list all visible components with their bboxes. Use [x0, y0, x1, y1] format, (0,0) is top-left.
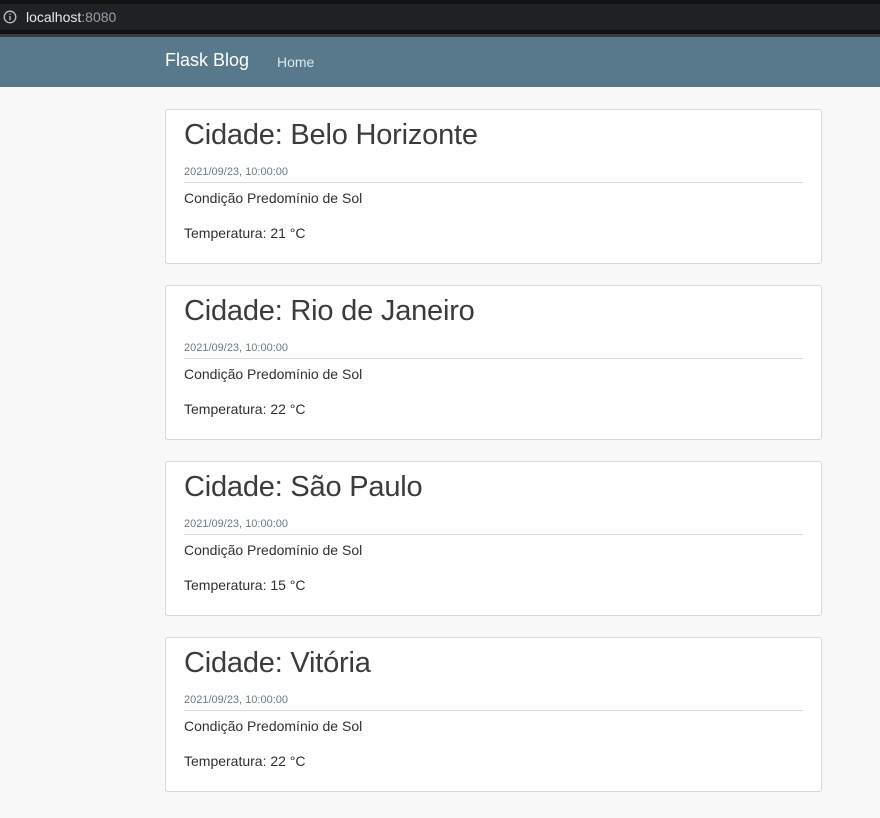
post-condition: Condição Predomínio de Sol	[184, 718, 363, 734]
url-field[interactable]: localhost:8080	[0, 4, 880, 30]
post-date: 2021/09/23, 10:00:00	[184, 166, 288, 178]
post-condition: Condição Predomínio de Sol	[184, 190, 363, 206]
url-host[interactable]: localhost	[26, 9, 81, 25]
post-title: Cidade: Vitória	[184, 647, 371, 679]
post-card: Cidade: Belo Horizonte 2021/09/23, 10:00…	[165, 109, 822, 264]
info-icon[interactable]	[3, 10, 17, 24]
navbar: Flask Blog Home	[0, 37, 880, 87]
post-title: Cidade: Rio de Janeiro	[184, 295, 475, 327]
post-temperature: Temperatura: 22 °C	[184, 401, 306, 417]
post-date: 2021/09/23, 10:00:00	[184, 518, 288, 530]
post-list: Cidade: Belo Horizonte 2021/09/23, 10:00…	[165, 109, 822, 813]
post-title: Cidade: São Paulo	[184, 471, 423, 503]
browser-address-bar: localhost:8080	[0, 0, 880, 37]
post-temperature: Temperatura: 15 °C	[184, 577, 306, 593]
post-card: Cidade: Rio de Janeiro 2021/09/23, 10:00…	[165, 285, 822, 440]
post-date: 2021/09/23, 10:00:00	[184, 694, 288, 706]
post-condition: Condição Predomínio de Sol	[184, 542, 363, 558]
divider	[184, 534, 803, 535]
post-temperature: Temperatura: 21 °C	[184, 225, 306, 241]
divider	[184, 358, 803, 359]
post-temperature: Temperatura: 22 °C	[184, 753, 306, 769]
post-title: Cidade: Belo Horizonte	[184, 119, 478, 151]
divider	[184, 710, 803, 711]
post-card: Cidade: São Paulo 2021/09/23, 10:00:00 C…	[165, 461, 822, 616]
post-date: 2021/09/23, 10:00:00	[184, 342, 288, 354]
divider	[184, 182, 803, 183]
post-condition: Condição Predomínio de Sol	[184, 366, 363, 382]
navbar-brand[interactable]: Flask Blog	[165, 50, 249, 71]
nav-link-home[interactable]: Home	[277, 54, 314, 70]
post-card: Cidade: Vitória 2021/09/23, 10:00:00 Con…	[165, 637, 822, 792]
url-port[interactable]: :8080	[81, 9, 116, 25]
